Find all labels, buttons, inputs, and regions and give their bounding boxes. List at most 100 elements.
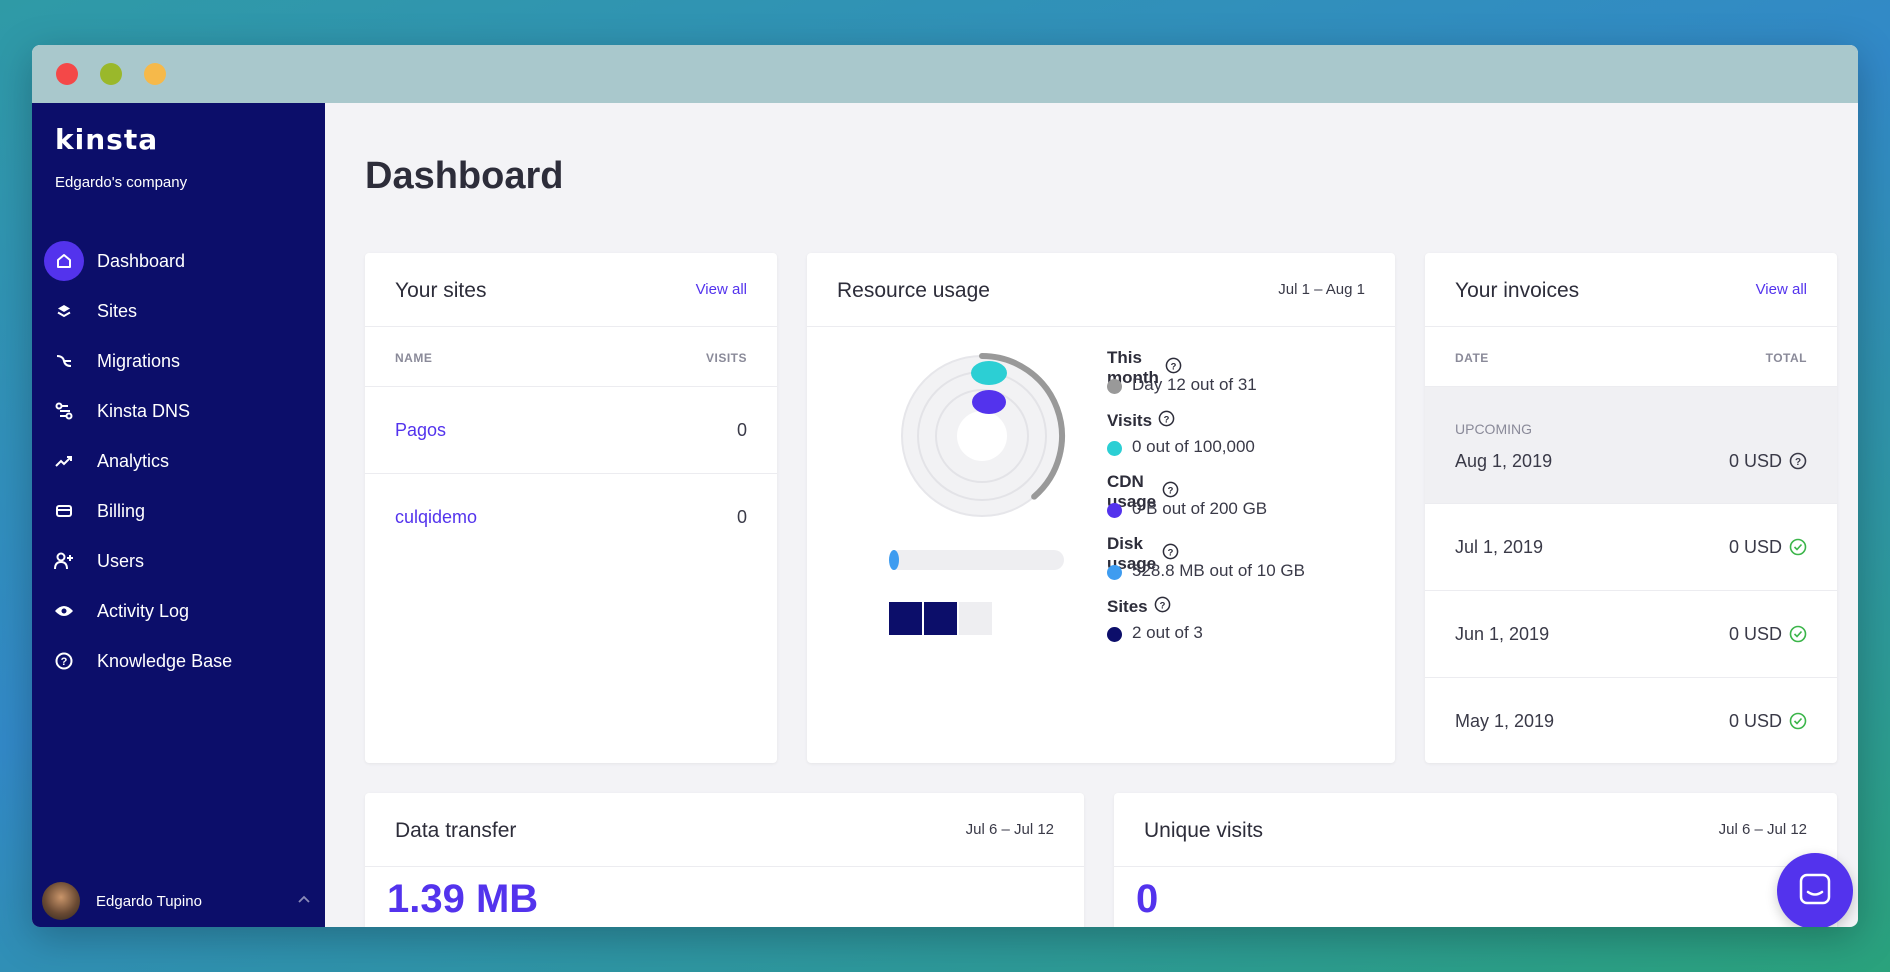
upcoming-label: UPCOMING [1455, 421, 1532, 437]
sidebar-item-activity-log[interactable]: Activity Log [32, 586, 325, 636]
date-range: Jul 6 – Jul 12 [1718, 821, 1807, 838]
chevron-up-icon[interactable] [297, 891, 311, 908]
cdn-marker [972, 390, 1006, 414]
invoice-total: 0 USD [1728, 624, 1782, 644]
visits-marker [971, 361, 1007, 385]
legend-swatch [1107, 565, 1122, 580]
card-title: Resource usage [837, 279, 990, 302]
unique-visits-value: 0 [1136, 877, 1159, 921]
sidebar-item-dashboard[interactable]: Dashboard [32, 236, 325, 286]
user-menu[interactable]: Edgardo Tupino [32, 875, 325, 927]
help-circle-icon[interactable]: ? [1789, 452, 1807, 470]
date-range: Jul 1 – Aug 1 [1278, 281, 1365, 298]
table-row[interactable]: culqidemo 0 [365, 474, 777, 561]
card-title: Your invoices [1455, 279, 1580, 302]
table-row[interactable]: Pagos 0 [365, 387, 777, 474]
disk-usage-bar [889, 550, 1064, 570]
check-circle-icon [1789, 712, 1807, 730]
sidebar-item-billing[interactable]: Billing [32, 486, 325, 536]
kinsta-logo[interactable]: KINSTA [55, 123, 158, 156]
maximize-window-button[interactable] [144, 63, 166, 85]
main-content: Dashboard Your sites View all NAME VISIT… [325, 103, 1858, 927]
invoice-date: Jun 1, 2019 [1455, 624, 1550, 644]
sidebar-item-users[interactable]: Users [32, 536, 325, 586]
sidebar-item-kinsta-dns[interactable]: Kinsta DNS [32, 386, 325, 436]
legend-value: 0 B out of 200 GB [1132, 499, 1268, 518]
card-header: Your sites View all [365, 253, 777, 327]
sidebar-item-analytics[interactable]: Analytics [32, 436, 325, 486]
svg-text:?: ? [1159, 600, 1165, 611]
site-block [889, 602, 922, 635]
check-circle-icon [1789, 538, 1807, 556]
column-header-name: NAME [395, 351, 433, 365]
help-circle-icon[interactable]: ? [1154, 596, 1171, 618]
card-header: Your invoices View all [1425, 253, 1837, 327]
data-transfer-value: 1.39 MB [387, 877, 539, 921]
minimize-window-button[interactable] [100, 63, 122, 85]
sidebar-item-knowledge-base[interactable]: ? Knowledge Base [32, 636, 325, 686]
help-circle-icon[interactable]: ? [1158, 410, 1175, 432]
card-title: Unique visits [1144, 819, 1264, 842]
layers-icon [44, 291, 84, 331]
view-all-sites-link[interactable]: View all [696, 281, 747, 298]
view-all-invoices-link[interactable]: View all [1756, 281, 1807, 298]
invoice-date: Aug 1, 2019 [1455, 451, 1553, 471]
table-header: DATE TOTAL [1425, 327, 1837, 387]
resource-usage-card: Resource usage Jul 1 – Aug 1 This month … [807, 253, 1395, 763]
legend-label: Visits [1107, 411, 1153, 430]
site-visits: 0 [736, 420, 747, 440]
invoice-row[interactable]: Jun 1, 2019 0 USD [1425, 591, 1837, 678]
sidebar-item-label: Sites [97, 300, 138, 321]
table-header: NAME VISITS [365, 327, 777, 387]
home-icon [44, 241, 84, 281]
card-header: Resource usage Jul 1 – Aug 1 [807, 253, 1395, 327]
sidebar-item-label: Migrations [97, 350, 181, 371]
invoices-card: Your invoices View all DATE TOTAL UPCOMI… [1425, 253, 1837, 763]
user-name: Edgardo Tupino [96, 892, 202, 910]
invoice-date: May 1, 2019 [1455, 711, 1555, 731]
help-circle-icon: ? [44, 641, 84, 681]
chat-launcher-button[interactable] [1777, 853, 1853, 927]
window-titlebar [32, 45, 1858, 103]
legend-value: Day 12 out of 31 [1132, 375, 1257, 394]
svg-text:?: ? [1168, 547, 1174, 558]
invoice-row-upcoming[interactable]: UPCOMING Aug 1, 2019 0 USD ? [1425, 387, 1837, 504]
migrations-icon [44, 341, 84, 381]
site-link[interactable]: Pagos [395, 420, 446, 441]
sidebar-item-label: Activity Log [97, 600, 190, 621]
column-header-date: DATE [1455, 351, 1489, 365]
sites-blocks [889, 602, 992, 635]
site-block [959, 602, 992, 635]
trending-up-icon [44, 441, 84, 481]
eye-icon [44, 591, 84, 631]
close-window-button[interactable] [56, 63, 78, 85]
card-title: Your sites [395, 279, 487, 302]
legend-label: Sites [1107, 597, 1148, 616]
legend-swatch [1107, 627, 1122, 642]
page-title: Dashboard [365, 155, 564, 197]
svg-text:?: ? [1168, 485, 1174, 496]
column-header-total: TOTAL [1765, 351, 1807, 365]
sites-card: Your sites View all NAME VISITS Pagos 0 … [365, 253, 777, 763]
sidebar-item-sites[interactable]: Sites [32, 286, 325, 336]
sidebar-nav: Dashboard Sites Migrations Kinsta DNS An… [32, 236, 325, 686]
svg-text:?: ? [1171, 361, 1177, 372]
usage-visual [889, 353, 1065, 635]
card-header: Data transfer Jul 6 – Jul 12 [365, 793, 1084, 867]
sidebar-item-migrations[interactable]: Migrations [32, 336, 325, 386]
sidebar-item-label: Users [97, 550, 145, 571]
legend-value: 0 out of 100,000 [1132, 437, 1255, 456]
svg-text:?: ? [1164, 414, 1170, 425]
legend-swatch [1107, 441, 1122, 456]
site-visits: 0 [736, 507, 747, 527]
date-range: Jul 6 – Jul 12 [965, 821, 1054, 838]
usage-rings [901, 353, 1065, 517]
sidebar-item-label: Analytics [97, 450, 170, 471]
company-name[interactable]: Edgardo's company [55, 174, 187, 191]
sidebar-item-label: Knowledge Base [97, 650, 233, 671]
invoice-row[interactable]: Jul 1, 2019 0 USD [1425, 504, 1837, 591]
invoice-row[interactable]: May 1, 2019 0 USD [1425, 678, 1837, 763]
site-link[interactable]: culqidemo [395, 507, 477, 528]
sidebar-item-label: Kinsta DNS [97, 400, 191, 421]
sidebar-item-label: Billing [97, 500, 146, 521]
